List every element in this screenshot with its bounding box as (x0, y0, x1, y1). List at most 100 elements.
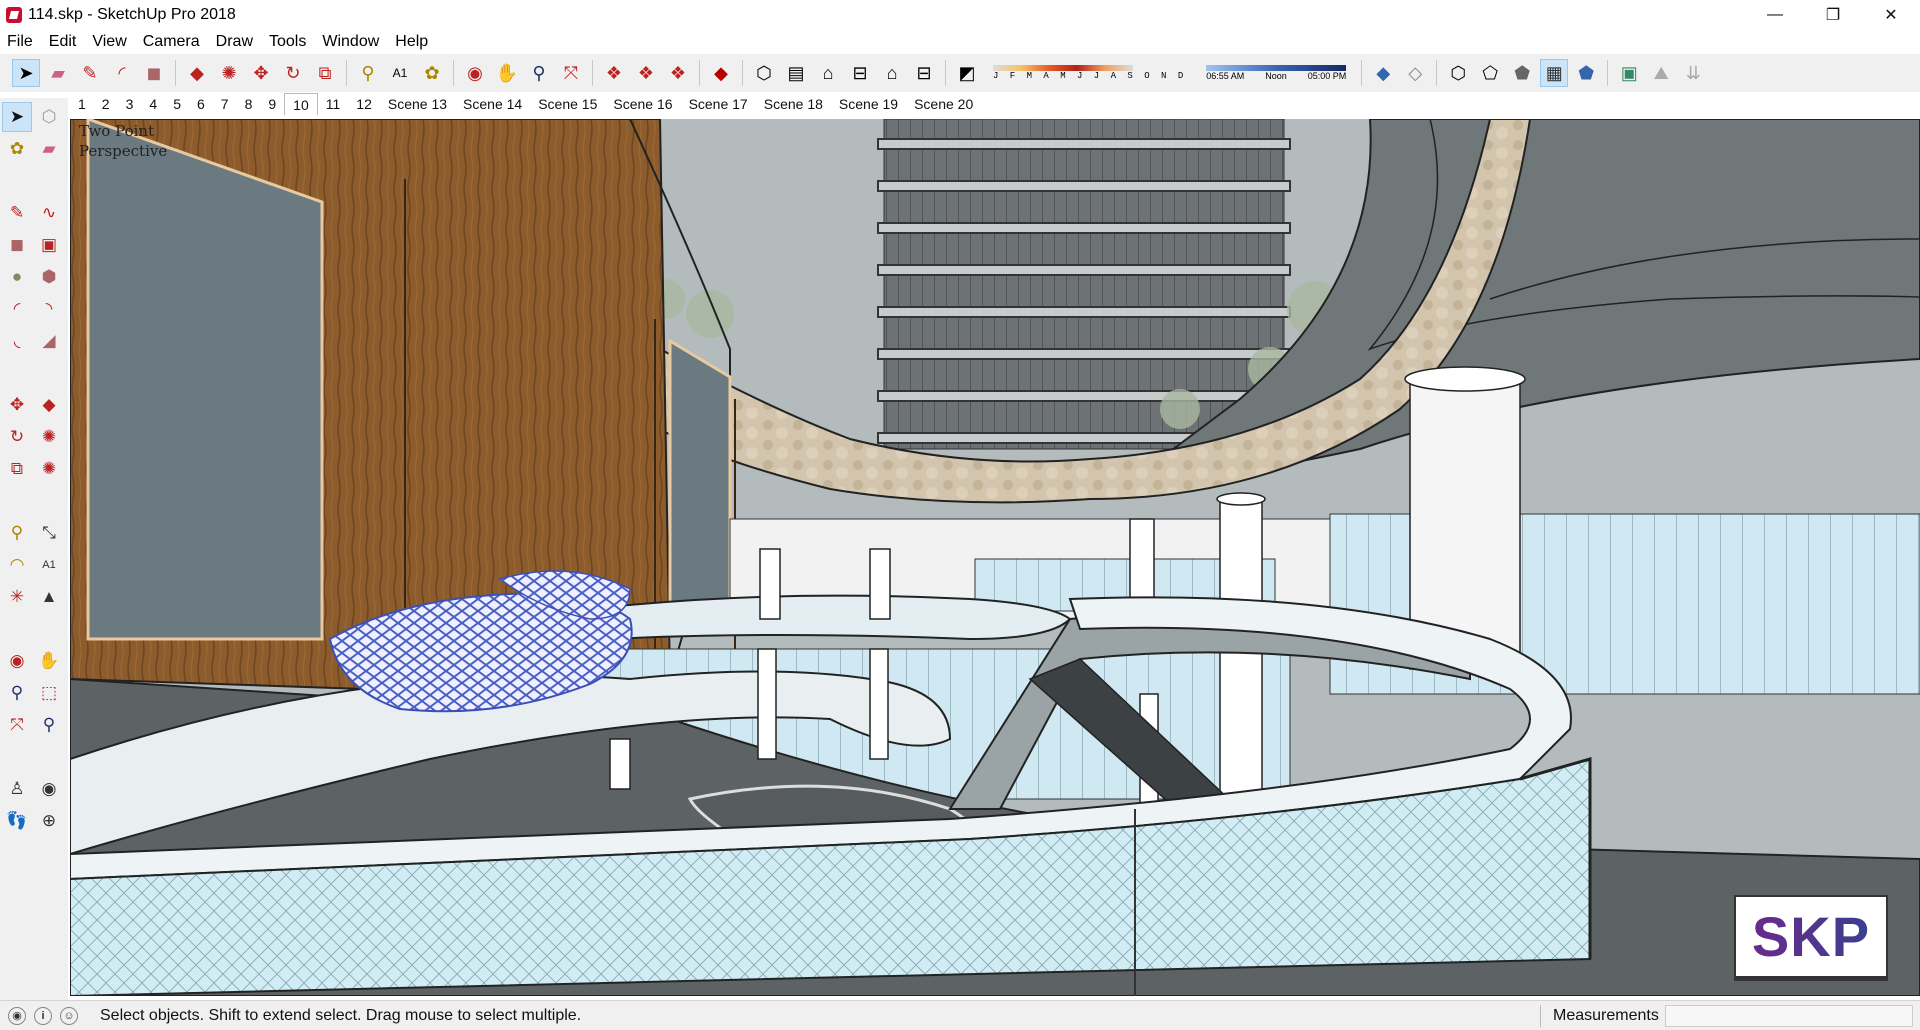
scene-tab-4[interactable]: 4 (141, 93, 165, 115)
zoom-window-icon[interactable]: ⬚ (34, 678, 64, 708)
menu-window[interactable]: Window (322, 33, 379, 51)
scene-tab-17[interactable]: Scene 17 (681, 93, 756, 115)
scene-tab-6[interactable]: 6 (189, 93, 213, 115)
rotate-icon[interactable]: ↻ (279, 59, 307, 87)
shadow-date-control[interactable]: J F M A M J J A S O N D (993, 65, 1186, 81)
photo-textures-icon[interactable]: ⇊ (1679, 59, 1707, 87)
select-icon[interactable]: ➤ (2, 102, 32, 132)
move-icon[interactable]: ✥ (2, 390, 32, 420)
menu-help[interactable]: Help (395, 33, 428, 51)
scene-tab-11[interactable]: 11 (318, 93, 349, 115)
push-pull-icon[interactable]: ◆ (183, 59, 211, 87)
scene-tab-8[interactable]: 8 (237, 93, 261, 115)
scene-tab-15[interactable]: Scene 15 (530, 93, 605, 115)
pencil-icon[interactable]: ✎ (76, 59, 104, 87)
tape-measure-icon[interactable]: ⚲ (354, 59, 382, 87)
menu-edit[interactable]: Edit (49, 33, 77, 51)
user-account-icon[interactable]: ☺ (60, 1006, 78, 1025)
component-icon[interactable]: ⬡ (34, 102, 64, 132)
menu-draw[interactable]: Draw (216, 33, 253, 51)
scene-tab-1[interactable]: 1 (70, 93, 94, 115)
paint-bucket-icon[interactable]: ◼ (140, 59, 168, 87)
eraser-icon[interactable]: ▰ (34, 134, 64, 164)
text-icon[interactable]: A1 (386, 59, 414, 87)
scene-tab-10[interactable]: 10 (284, 93, 318, 115)
rectangle-icon[interactable]: ◼ (2, 230, 32, 260)
iso-view-icon[interactable]: ⬡ (750, 59, 778, 87)
scene-tab-5[interactable]: 5 (165, 93, 189, 115)
freehand-icon[interactable]: ∿ (34, 198, 64, 228)
scene-tab-18[interactable]: Scene 18 (756, 93, 831, 115)
scene-tab-14[interactable]: Scene 14 (455, 93, 530, 115)
model-viewport[interactable]: Two Point Perspective SKP (70, 119, 1920, 996)
hidden-line-icon[interactable]: ⬠ (1476, 59, 1504, 87)
follow-me-icon[interactable]: ✺ (34, 422, 64, 452)
share-model-icon[interactable]: ❖ (664, 59, 692, 87)
scene-tab-13[interactable]: Scene 13 (380, 93, 455, 115)
measurements-input[interactable] (1665, 1005, 1913, 1027)
zoom-icon[interactable]: ⚲ (2, 678, 32, 708)
back-edges-icon[interactable]: ◇ (1401, 59, 1429, 87)
top-view-icon[interactable]: ▤ (782, 59, 810, 87)
scene-tab-9[interactable]: 9 (260, 93, 284, 115)
orbit-icon[interactable]: ◉ (2, 646, 32, 676)
xray-style-icon[interactable]: ◆ (1369, 59, 1397, 87)
move-icon[interactable]: ✥ (247, 59, 275, 87)
menu-tools[interactable]: Tools (269, 33, 306, 51)
scene-tab-20[interactable]: Scene 20 (906, 93, 981, 115)
pie-icon[interactable]: ◢ (34, 326, 64, 356)
arc-icon[interactable]: ◜ (108, 59, 136, 87)
scene-tab-16[interactable]: Scene 16 (605, 93, 680, 115)
select-arrow-icon[interactable]: ➤ (12, 59, 40, 87)
zoom-icon[interactable]: ⚲ (525, 59, 553, 87)
two-point-arc-icon[interactable]: ◝ (34, 294, 64, 324)
shadow-time-control[interactable]: 06:55 AM Noon 05:00 PM (1206, 65, 1347, 81)
eraser-icon[interactable]: ▰ (44, 59, 72, 87)
arc-icon[interactable]: ◜ (2, 294, 32, 324)
scale-icon[interactable]: ⧉ (2, 454, 32, 484)
shaded-with-textures-icon[interactable]: ▦ (1540, 59, 1569, 87)
axes-icon[interactable]: ✳ (2, 582, 32, 612)
tape-measure-icon[interactable]: ⚲ (2, 518, 32, 548)
text-icon[interactable]: A1 (34, 550, 64, 580)
zoom-extents-icon[interactable]: ⤧ (2, 710, 32, 740)
toggle-terrain-icon[interactable]: ⛰ (1647, 59, 1675, 87)
menu-camera[interactable]: Camera (143, 33, 200, 51)
credits-icon[interactable]: i (34, 1006, 52, 1025)
three-point-arc-icon[interactable]: ◟ (2, 326, 32, 356)
scene-tab-12[interactable]: 12 (348, 93, 380, 115)
close-button[interactable]: ✕ (1862, 0, 1920, 30)
paint-icon[interactable]: ✿ (418, 59, 446, 87)
scale-icon[interactable]: ⧉ (311, 59, 339, 87)
follow-me-icon[interactable]: ✺ (215, 59, 243, 87)
shaded-icon[interactable]: ⬟ (1508, 59, 1536, 87)
left-view-icon[interactable]: ⊟ (910, 59, 938, 87)
push-pull-icon[interactable]: ◆ (34, 390, 64, 420)
position-camera-icon[interactable]: ♙ (2, 774, 32, 804)
offset-icon[interactable]: ✺ (34, 454, 64, 484)
scene-tab-3[interactable]: 3 (118, 93, 142, 115)
monochrome-icon[interactable]: ⬟ (1572, 59, 1600, 87)
extension-warehouse-icon[interactable]: ❖ (632, 59, 660, 87)
wireframe-icon[interactable]: ⬡ (1444, 59, 1472, 87)
protractor-icon[interactable]: ◠ (2, 550, 32, 580)
pan-icon[interactable]: ✋ (34, 646, 64, 676)
zoom-extents-icon[interactable]: ⤧ (557, 59, 585, 87)
menu-view[interactable]: View (92, 33, 126, 51)
walk-icon[interactable]: 👣 (2, 806, 32, 836)
previous-view-icon[interactable]: ⚲ (34, 710, 64, 740)
line-icon[interactable]: ✎ (2, 198, 32, 228)
section-plane-icon[interactable]: ⊕ (34, 806, 64, 836)
rotated-rectangle-icon[interactable]: ▣ (34, 230, 64, 260)
look-around-icon[interactable]: ◉ (34, 774, 64, 804)
minimize-button[interactable]: — (1746, 0, 1804, 30)
warehouse-icon[interactable]: ❖ (600, 59, 628, 87)
polygon-icon[interactable]: ⬢ (34, 262, 64, 292)
geolocation-icon[interactable]: ◉ (8, 1006, 26, 1025)
restore-button[interactable]: ❐ (1804, 0, 1862, 30)
pan-icon[interactable]: ✋ (493, 59, 521, 87)
menu-file[interactable]: File (7, 33, 33, 51)
front-view-icon[interactable]: ⌂ (814, 59, 842, 87)
dimension-icon[interactable]: ⤡ (34, 518, 64, 548)
scene-tab-19[interactable]: Scene 19 (831, 93, 906, 115)
